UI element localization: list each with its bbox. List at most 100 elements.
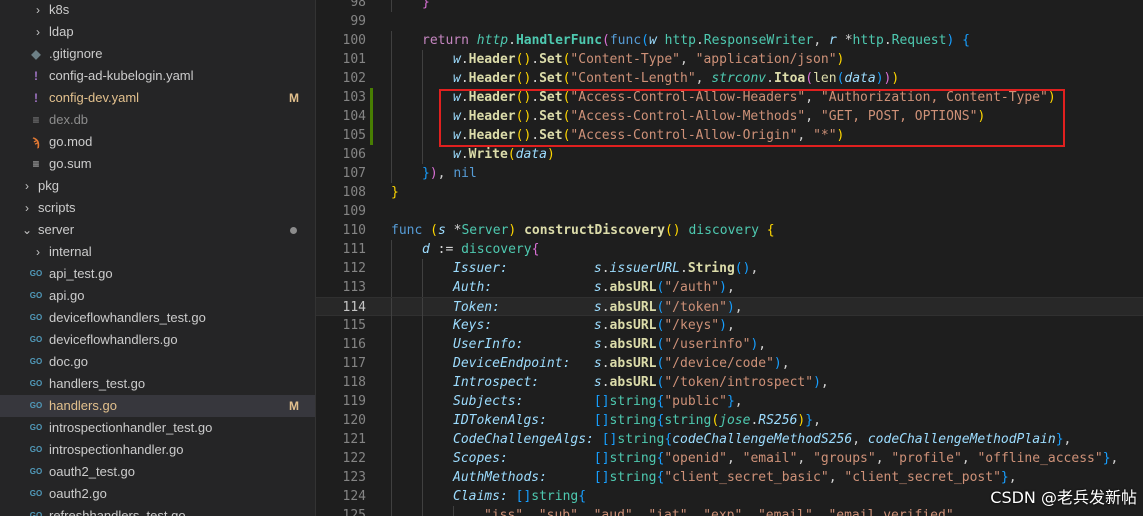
folder-k8s[interactable]: › k8s: [0, 0, 315, 21]
code-token: strconv: [711, 71, 767, 86]
code-line[interactable]: 100 return http.HandlerFunc(func(w http.R…: [316, 31, 1143, 50]
git-modified-badge: M: [289, 91, 299, 105]
line-number: 102: [342, 71, 366, 86]
file-api-test-go[interactable]: GO api_test.go: [0, 263, 315, 285]
code-line[interactable]: 110 func (s *Server) constructDiscovery()…: [316, 221, 1143, 240]
line-number: 110: [342, 223, 366, 238]
chevron-right-icon[interactable]: ›: [33, 0, 43, 21]
line-number: 107: [342, 166, 366, 181]
file--gitignore[interactable]: ◆ .gitignore: [0, 43, 315, 65]
code-editor[interactable]: 98} 99 100 return http.HandlerFunc(func(w h…: [316, 0, 1143, 516]
code-line[interactable]: 115 Keys: s.absURL("/keys"),: [316, 316, 1143, 335]
file-introspectionhandler-test-go[interactable]: GO introspectionhandler_test.go: [0, 417, 315, 439]
file-api-go[interactable]: GO api.go: [0, 285, 315, 307]
code-token: .: [766, 71, 774, 86]
file-handlers-go[interactable]: GO handlers.go M: [0, 395, 315, 417]
file-config-ad-kubelogin-yaml[interactable]: ! config-ad-kubelogin.yaml: [0, 65, 315, 87]
indent-guide: [422, 69, 423, 88]
code-line[interactable]: 114 Token: s.absURL("/token"),: [316, 297, 1143, 317]
folder-scripts[interactable]: › scripts: [0, 197, 315, 219]
code-token: string: [609, 451, 657, 466]
code-line[interactable]: 109: [316, 202, 1143, 221]
code-text: Claims: []string{: [453, 487, 586, 506]
line-number: 125: [342, 508, 366, 516]
chevron-right-icon[interactable]: ›: [22, 175, 32, 197]
folder-server[interactable]: ⌄ server: [0, 219, 315, 241]
code-token: ): [719, 318, 727, 333]
code-token: "email": [757, 508, 813, 516]
code-line[interactable]: 113 Auth: s.absURL("/auth"),: [316, 278, 1143, 297]
code-token: "/token/introspect": [664, 375, 814, 390]
indent-guide: [422, 468, 423, 487]
code-token: (: [602, 33, 610, 48]
file-go-sum[interactable]: ≡ go.sum: [0, 153, 315, 175]
code-token: ,: [1063, 432, 1072, 447]
code-token: (): [664, 223, 689, 238]
explorer-item-label: handlers.go: [49, 398, 117, 413]
code-token: []: [593, 470, 610, 485]
explorer-item-label: api.go: [49, 288, 85, 303]
code-line[interactable]: 102 w.Header().Set("Content-Length", strc…: [316, 69, 1143, 88]
line-number: 113: [342, 280, 366, 295]
file-oauth2-test-go[interactable]: GO oauth2_test.go: [0, 461, 315, 483]
explorer-item-label: go.mod: [49, 134, 93, 149]
indent-guide: [391, 69, 392, 88]
chevron-right-icon[interactable]: ›: [22, 197, 32, 219]
code-token: ): [508, 223, 525, 238]
line-number: 117: [342, 356, 366, 371]
file-introspectionhandler-go[interactable]: GO introspectionhandler.go: [0, 439, 315, 461]
code-token: .: [883, 33, 892, 48]
code-token: Server: [461, 223, 509, 238]
code-text: UserInfo: s.absURL("/userinfo"),: [453, 335, 766, 354]
code-token: {: [531, 242, 540, 257]
folder-ldap[interactable]: › ldap: [0, 21, 315, 43]
code-token: string: [531, 489, 579, 504]
code-line[interactable]: 122 Scopes: []string{"openid", "email", "…: [316, 449, 1143, 468]
file-deviceflowhandlers-go[interactable]: GO deviceflowhandlers.go: [0, 329, 315, 351]
explorer-item-label: .gitignore: [49, 46, 103, 61]
code-line[interactable]: 120 IDTokenAlgs: []string{string(jose.RS2…: [316, 411, 1143, 430]
file-handlers-test-go[interactable]: GO handlers_test.go: [0, 373, 315, 395]
folder-internal[interactable]: › internal: [0, 241, 315, 263]
indent-guide: [422, 259, 423, 278]
code-line[interactable]: 117 DeviceEndpoint: s.absURL("/device/cod…: [316, 354, 1143, 373]
code-line[interactable]: 101 w.Header().Set("Content-Type", "appli…: [316, 50, 1143, 69]
code-token: ,: [680, 52, 696, 67]
line-number: 103: [342, 90, 366, 105]
code-line[interactable]: 98}: [316, 0, 1143, 12]
code-token: string: [617, 432, 665, 447]
folder-pkg[interactable]: › pkg: [0, 175, 315, 197]
code-token: ,: [726, 318, 735, 333]
code-token: ): [875, 71, 884, 86]
code-line[interactable]: 108}: [316, 183, 1143, 202]
code-line[interactable]: 121 CodeChallengeAlgs: []string{codeChall…: [316, 430, 1143, 449]
file-oauth2-go[interactable]: GO oauth2.go: [0, 483, 315, 505]
chevron-down-icon[interactable]: ⌄: [22, 219, 32, 241]
code-line[interactable]: 99: [316, 12, 1143, 31]
code-token: ,: [734, 300, 743, 315]
file-doc-go[interactable]: GO doc.go: [0, 351, 315, 373]
git-added-indicator[interactable]: [370, 126, 373, 145]
file-deviceflowhandlers-test-go[interactable]: GO deviceflowhandlers_test.go: [0, 307, 315, 329]
explorer-item-label: pkg: [38, 178, 59, 193]
code-line[interactable]: 116 UserInfo: s.absURL("/userinfo"),: [316, 335, 1143, 354]
chevron-right-icon[interactable]: ›: [33, 21, 43, 43]
code-token: ): [836, 52, 845, 67]
code-line[interactable]: 118 Introspect: s.absURL("/token/introspe…: [316, 373, 1143, 392]
code-token: ,: [812, 508, 829, 516]
line-number: 114: [342, 300, 366, 315]
code-line[interactable]: 106 w.Write(data): [316, 145, 1143, 164]
file-go-mod[interactable]: ϡ go.mod: [0, 131, 315, 153]
file-dex-db[interactable]: ≡ dex.db: [0, 109, 315, 131]
git-added-indicator[interactable]: [370, 107, 373, 126]
code-line[interactable]: 107}), nil: [316, 164, 1143, 183]
code-line[interactable]: 111 d := discovery{: [316, 240, 1143, 259]
indent-guide: [391, 430, 392, 449]
code-line[interactable]: 112 Issuer: s.issuerURL.String(),: [316, 259, 1143, 278]
code-line[interactable]: 119 Subjects: []string{"public"},: [316, 392, 1143, 411]
indent-guide: [391, 50, 392, 69]
git-added-indicator[interactable]: [370, 88, 373, 107]
file-refreshhandlers-test-go[interactable]: GO refreshhandlers_test.go: [0, 505, 315, 516]
file-config-dev-yaml[interactable]: ! config-dev.yaml M: [0, 87, 315, 109]
chevron-right-icon[interactable]: ›: [33, 241, 43, 263]
